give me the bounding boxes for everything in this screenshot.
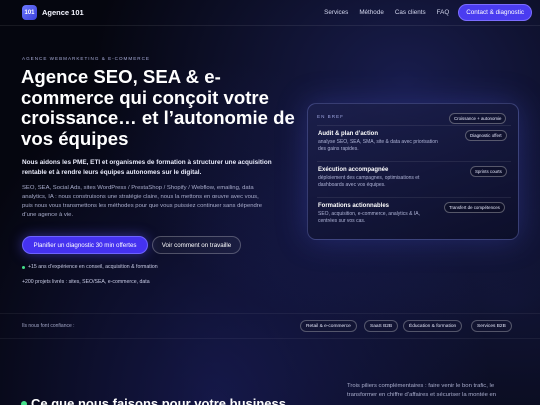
section-title: Audit & plan d’action — [318, 131, 378, 137]
tag-services: Services B2B — [471, 320, 512, 332]
summary-card: EN BREF Croissance + autonomie Audit & p… — [307, 103, 519, 240]
hero-title: Agence SEO, SEA & e-commerce qui conçoit… — [21, 66, 295, 149]
tag-retail: Retail & e-commerce — [300, 320, 357, 332]
nav-methode[interactable]: Méthode — [359, 9, 384, 16]
trust-bar: Ils nous font confiance : Retail & e-com… — [0, 313, 540, 339]
hero-body: SEO, SEA, Social Ads, sites WordPress / … — [22, 185, 263, 218]
section-desc: déploiement des campagnes, optimisations… — [318, 175, 420, 188]
bullet-experience: +15 ans d’expérience en conseil, acquisi… — [22, 264, 158, 270]
brand-name[interactable]: Agence 101 — [42, 8, 84, 17]
bullet-text: +15 ans d’expérience en conseil, acquisi… — [28, 264, 158, 270]
section-pill: Diagnostic offert — [465, 130, 507, 141]
section-desc: SEO, acquisition, e-commerce, analytics … — [318, 211, 420, 224]
card-section-execution: Exécution accompagnée déploiement des ca… — [317, 161, 511, 197]
section-pill: Transfert de compétences — [444, 202, 505, 213]
bullet-projects: +200 projets livrés : sites, SEO/SEA, e-… — [22, 279, 150, 285]
section-pill: Sprints courts — [470, 166, 507, 177]
hero-eyebrow: AGENCE WEBMARKETING & E-COMMERCE — [22, 56, 150, 61]
section-desc: analyse SEO, SEA, SMA, site & data avec … — [318, 139, 438, 152]
card-top-pill: Croissance + autonomie — [449, 113, 507, 124]
section-heading: Ce que nous faisons pour votre business — [21, 396, 286, 405]
hero-lead: Nous aidons les PME, ETI et organismes d… — [22, 159, 272, 176]
green-dot-icon — [22, 265, 25, 269]
tag-saas: SaaS B2B — [364, 320, 399, 332]
nav-cas-clients[interactable]: Cas clients — [395, 9, 426, 16]
main-nav: Services Méthode Cas clients FAQ Contact… — [313, 4, 532, 21]
section-title: Formations actionnables — [318, 203, 390, 209]
green-dot-icon — [21, 400, 27, 405]
plan-diagnostic-button[interactable]: Planifier un diagnostic 30 min offertes — [22, 236, 148, 254]
nav-faq[interactable]: FAQ — [437, 9, 450, 16]
card-section-audit: Audit & plan d’action analyse SEO, SEA, … — [317, 125, 511, 163]
card-section-formations: Formations actionnables SEO, acquisition… — [317, 197, 511, 235]
tag-education: Éducation & formation — [403, 320, 463, 332]
section-heading-text: Ce que nous faisons pour votre business — [31, 396, 286, 405]
logo-badge[interactable]: 101 — [22, 5, 37, 20]
card-kicker: EN BREF — [317, 114, 344, 119]
site-header: 101 Agence 101 Services Méthode Cas clie… — [0, 0, 540, 26]
bullet-text: +200 projets livrés : sites, SEO/SEA, e-… — [22, 279, 150, 285]
nav-services[interactable]: Services — [324, 9, 348, 16]
trust-label: Ils nous font confiance : — [22, 323, 75, 329]
how-we-work-button[interactable]: Voir comment on travaille — [152, 236, 241, 254]
pillars-intro: Trois piliers complémentaires : faire ve… — [347, 383, 497, 398]
contact-button[interactable]: Contact & diagnostic — [458, 4, 532, 21]
section-title: Exécution accompagnée — [318, 167, 389, 173]
